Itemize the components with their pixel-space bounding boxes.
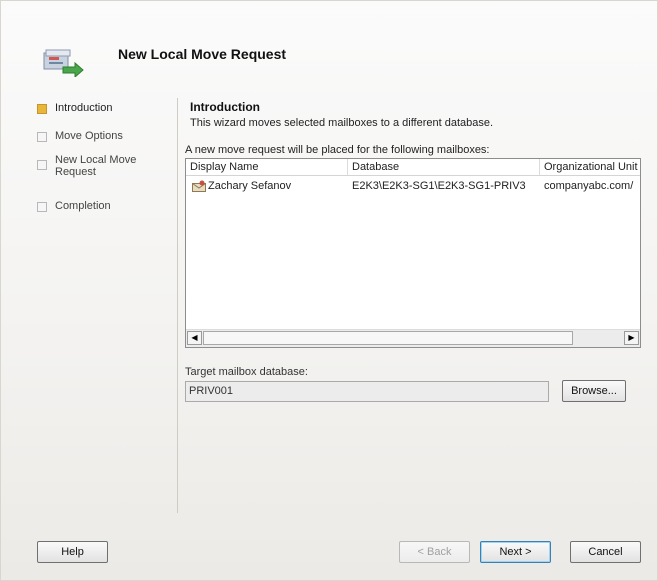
nav-step-introduction[interactable]: Introduction <box>37 102 177 118</box>
table-row[interactable]: Zachary Sefanov E2K3\E2K3-SG1\E2K3-SG1-P… <box>186 178 640 194</box>
horizontal-scrollbar[interactable]: ◀ ▶ <box>186 329 640 347</box>
nav-step-label-line1: New Local Move <box>55 154 137 166</box>
nav-step-completion[interactable]: Completion <box>37 200 177 216</box>
mailbox-list-caption: A new move request will be placed for th… <box>185 144 490 156</box>
scroll-right-button[interactable]: ▶ <box>624 331 639 345</box>
step-status-icon <box>37 104 47 114</box>
section-title: Introduction <box>190 100 260 114</box>
step-status-icon <box>37 132 47 142</box>
nav-step-label: Introduction <box>55 102 113 114</box>
section-description: This wizard moves selected mailboxes to … <box>190 117 494 129</box>
nav-step-new-local-move-request[interactable]: New Local Move Request <box>37 154 177 188</box>
mailbox-list[interactable]: Display Name Database Organizational Uni… <box>185 158 641 348</box>
back-button[interactable]: < Back <box>399 541 470 563</box>
cell-organizational-unit: companyabc.com/ <box>544 180 634 192</box>
step-status-icon <box>37 160 47 170</box>
column-header-database[interactable]: Database <box>348 159 540 175</box>
column-header-organizational-unit[interactable]: Organizational Unit <box>540 159 640 175</box>
step-status-icon <box>37 202 47 212</box>
nav-divider <box>177 98 178 513</box>
wizard-step-nav: Introduction Move Options New Local Move… <box>37 102 177 228</box>
next-button[interactable]: Next > <box>480 541 551 563</box>
scroll-left-icon: ◀ <box>191 333 198 342</box>
list-header: Display Name Database Organizational Uni… <box>186 159 640 176</box>
new-local-move-request-dialog: New Local Move Request Introduction Move… <box>0 0 658 581</box>
scrollbar-thumb[interactable] <box>203 331 573 345</box>
mailbox-move-icon <box>43 49 84 77</box>
target-database-label: Target mailbox database: <box>185 366 308 378</box>
nav-step-label-line2: Request <box>55 166 96 178</box>
cell-database: E2K3\E2K3-SG1\E2K3-SG1-PRIV3 <box>352 180 526 192</box>
nav-step-label: New Local Move Request <box>55 154 155 178</box>
target-database-field[interactable]: PRIV001 <box>185 381 549 402</box>
nav-step-label: Move Options <box>55 130 123 142</box>
cell-display-name: Zachary Sefanov <box>208 180 292 192</box>
nav-step-label: Completion <box>55 200 111 212</box>
wizard-title: New Local Move Request <box>118 46 287 62</box>
help-button[interactable]: Help <box>37 541 108 563</box>
scroll-right-icon: ▶ <box>628 333 635 342</box>
scroll-left-button[interactable]: ◀ <box>187 331 202 345</box>
cancel-button[interactable]: Cancel <box>570 541 641 563</box>
browse-button[interactable]: Browse... <box>562 380 626 402</box>
nav-step-move-options[interactable]: Move Options <box>37 130 177 146</box>
column-header-display-name[interactable]: Display Name <box>186 159 348 175</box>
